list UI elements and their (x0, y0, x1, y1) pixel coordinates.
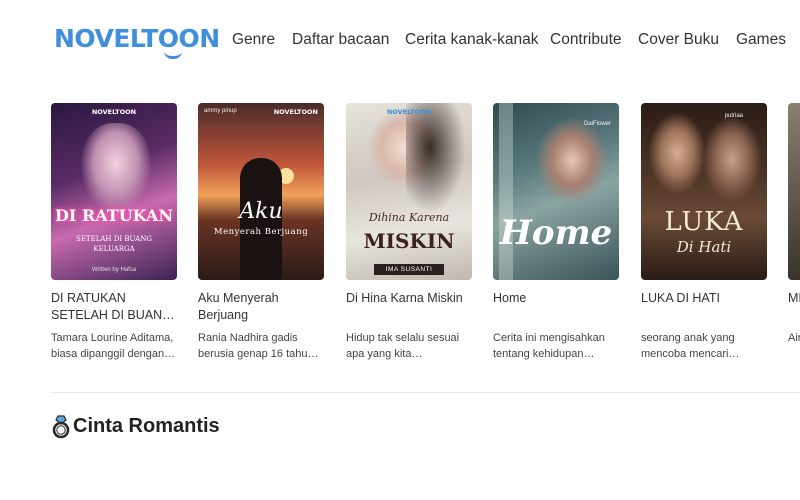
nav-daftar-bacaan[interactable]: Daftar bacaan (292, 31, 389, 49)
book-card[interactable]: putriaa LUKA Di Hati LUKA DI HATI seoran… (641, 103, 767, 362)
book-card[interactable]: ammy pinup NOVELTOON Aku Menyerah Berjua… (198, 103, 324, 362)
book-cover[interactable]: NOVELTOON Dihina Karena MISKIN IMA SUSAN… (346, 103, 472, 280)
book-cover[interactable]: DaiFlower Home (493, 103, 619, 280)
book-description: Hidup tak selalu sesuai apa yang kita… (346, 332, 460, 360)
cover-subtitle: Di Hati (676, 238, 732, 256)
book-description: Rania Nadhira gadis berusia genap 16 tah… (198, 332, 319, 360)
cover-brand: NOVELTOON (386, 108, 432, 116)
cover-title: Home (499, 213, 613, 253)
book-cover[interactable]: NOVELTOON DI RATUKAN SETELAH DI BUANG KE… (51, 103, 177, 280)
nav-games[interactable]: Games (736, 31, 786, 49)
book-title[interactable]: MI IB… (788, 290, 800, 324)
book-cover[interactable]: ammy pinup NOVELTOON Aku Menyerah Berjua… (198, 103, 324, 280)
cover-title: Dihina Karena (368, 211, 450, 224)
book-card[interactable]: NOVELTOON DI RATUKAN SETELAH DI BUANG KE… (51, 103, 177, 362)
book-title[interactable]: Aku Menyerah Berjuang (198, 290, 324, 324)
section-title: Cinta Romantis (73, 415, 220, 437)
cover-author: ammy pinup (204, 108, 237, 114)
cover-author: putriaa (724, 113, 743, 119)
cover-subtitle: SETELAH DI BUANG KELUARGA (76, 235, 152, 253)
book-card[interactable]: MI IB… Air ke… (788, 103, 800, 362)
nav-contribute[interactable]: Contribute (550, 31, 622, 49)
book-title[interactable]: DI RATUKAN SETELAH DI BUAN… (51, 290, 177, 324)
book-title[interactable]: Home (493, 290, 619, 324)
nav-cover-buku[interactable]: Cover Buku (638, 31, 719, 49)
cover-author: IMA SUSANTI (374, 264, 444, 275)
book-carousel: NOVELTOON DI RATUKAN SETELAH DI BUANG KE… (0, 103, 800, 365)
nav-cerita-kanak-kanak[interactable]: Cerita kanak-kanak (405, 31, 539, 49)
book-description: Air ke… (788, 332, 800, 344)
cover-title: DI RATUKAN (55, 206, 173, 225)
section-divider (51, 392, 800, 393)
cover-subtitle: Menyerah Berjuang (213, 227, 309, 237)
nav-genre[interactable]: Genre (232, 31, 275, 49)
book-card[interactable]: DaiFlower Home Home Cerita ini mengisahk… (493, 103, 619, 362)
ring-icon (51, 414, 71, 440)
cover-author: DaiFlower (583, 121, 611, 127)
cover-brand: NOVELTOON (273, 108, 318, 116)
book-description: Cerita ini mengisahkan tentang kehidupan… (493, 332, 605, 360)
cover-subtitle: MISKIN (363, 229, 455, 253)
cover-author: Written by Hafsa (91, 267, 137, 273)
book-description: seorang anak yang mencoba mencari… (641, 332, 740, 360)
cover-title: Aku (239, 199, 283, 224)
book-card[interactable]: NOVELTOON Dihina Karena MISKIN IMA SUSAN… (346, 103, 472, 362)
cover-brand: NOVELTOON (91, 108, 137, 116)
main-nav: Genre Daftar bacaan Cerita kanak-kanak C… (0, 31, 800, 53)
book-cover[interactable]: putriaa LUKA Di Hati (641, 103, 767, 280)
book-description: Tamara Lourine Aditama, biasa dipanggil … (51, 332, 176, 360)
site-header: NOVELTOON Genre Daftar bacaan Cerita kan… (0, 0, 800, 80)
book-title[interactable]: LUKA DI HATI (641, 290, 767, 324)
book-cover[interactable] (788, 103, 800, 280)
book-title[interactable]: Di Hina Karna Miskin (346, 290, 472, 324)
cover-title: LUKA (664, 207, 744, 237)
